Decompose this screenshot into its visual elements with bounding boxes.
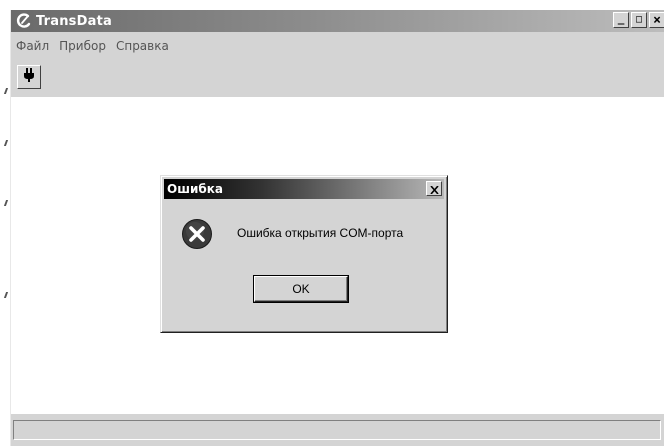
plug-icon xyxy=(21,67,37,87)
close-icon: × xyxy=(653,12,661,28)
status-bar xyxy=(11,414,664,446)
error-dialog: Ошибка Ошибка открытия COM-порта OK xyxy=(160,175,448,333)
minimize-icon: _ xyxy=(617,11,625,25)
close-icon xyxy=(429,179,439,198)
dialog-close-button[interactable] xyxy=(426,181,442,196)
connect-button[interactable] xyxy=(17,65,41,89)
maximize-icon: □ xyxy=(635,14,643,25)
left-margin xyxy=(0,0,10,446)
window-controls: _ □ × xyxy=(611,12,664,28)
dialog-titlebar[interactable]: Ошибка xyxy=(164,179,444,199)
margin-tick xyxy=(3,88,9,94)
margin-tick xyxy=(3,140,9,146)
error-icon xyxy=(181,218,213,250)
menu-file[interactable]: Файл xyxy=(13,39,54,53)
app-logo-icon xyxy=(15,12,33,30)
close-button[interactable]: × xyxy=(649,12,664,28)
ok-button[interactable]: OK xyxy=(254,276,348,302)
minimize-button[interactable]: _ xyxy=(613,12,629,28)
menu-device[interactable]: Прибор xyxy=(56,39,111,53)
status-panel xyxy=(13,420,661,440)
margin-tick xyxy=(3,292,9,298)
menu-bar: Файл Прибор Справка xyxy=(11,37,174,55)
dialog-title: Ошибка xyxy=(167,182,223,196)
maximize-button[interactable]: □ xyxy=(631,12,647,28)
margin-tick xyxy=(3,200,9,206)
dialog-message: Ошибка открытия COM-порта xyxy=(237,226,404,240)
menu-help[interactable]: Справка xyxy=(113,39,174,53)
window-title: TransData xyxy=(36,13,112,29)
window-titlebar[interactable]: TransData _ □ × xyxy=(11,10,664,32)
